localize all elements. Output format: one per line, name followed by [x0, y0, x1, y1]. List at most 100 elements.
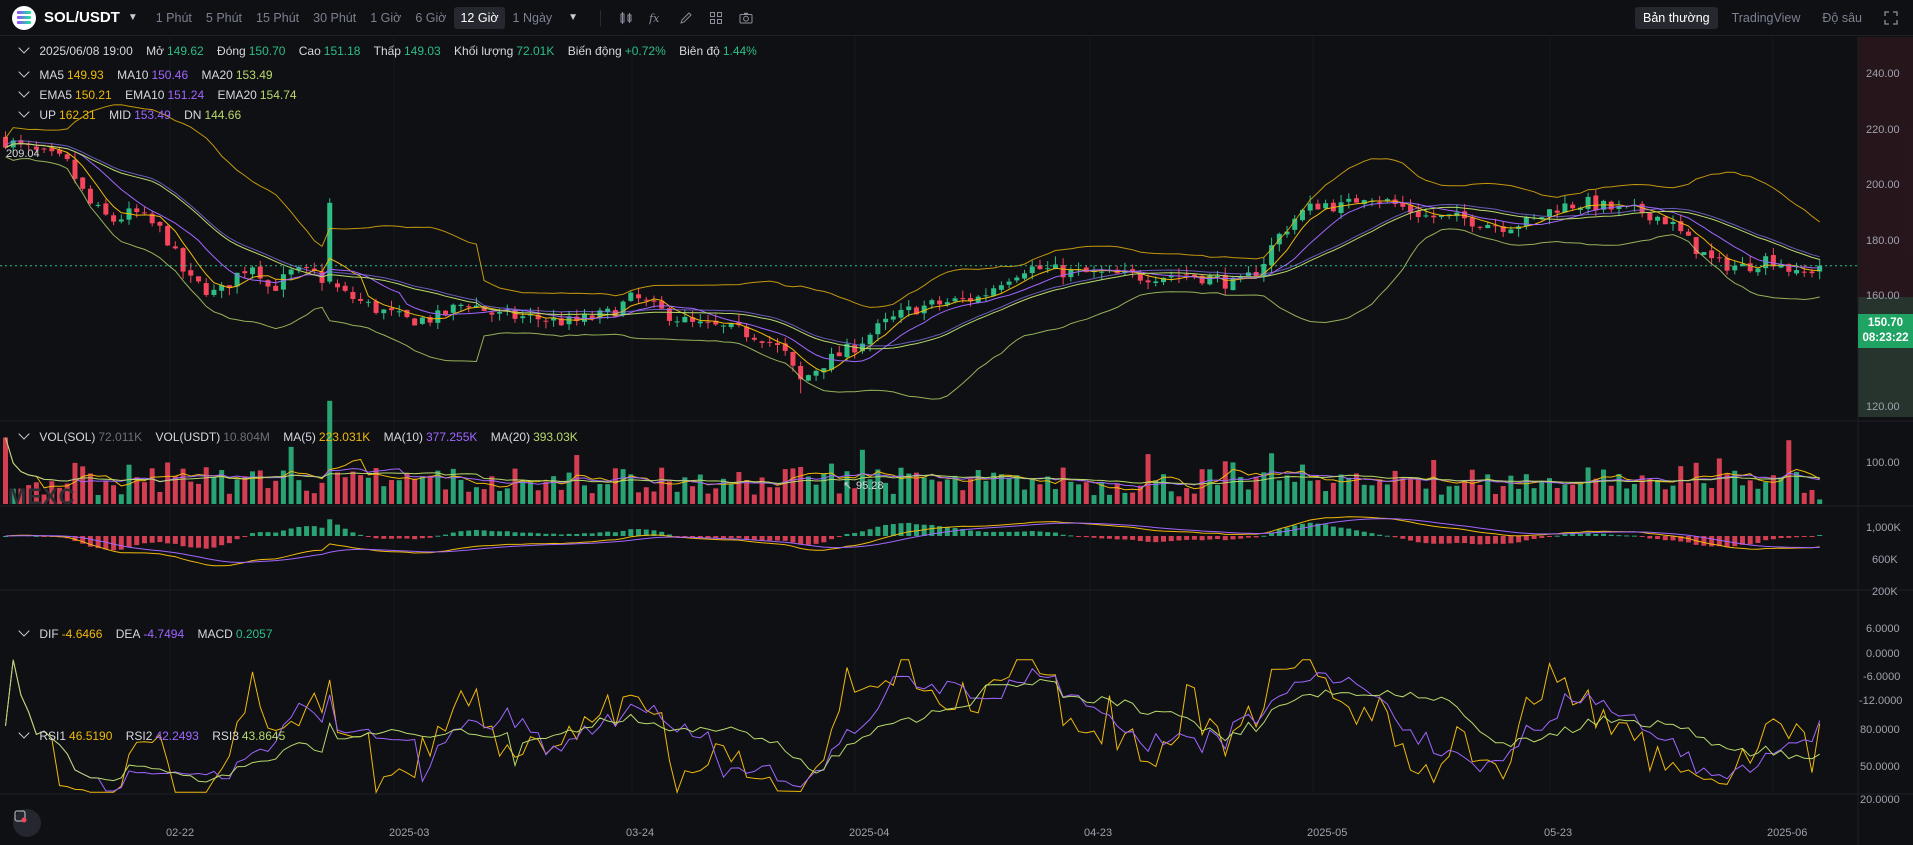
candle	[751, 337, 757, 340]
macd-histogram-bar	[1292, 525, 1298, 536]
tf-30m[interactable]: 30 Phút	[307, 7, 362, 29]
macd-histogram-bar	[1662, 536, 1668, 541]
collapse-chevron-icon[interactable]	[18, 625, 30, 637]
dea-label: DEA	[115, 627, 141, 641]
volume-bar	[535, 490, 541, 504]
collapse-chevron-icon[interactable]	[18, 106, 30, 118]
candle	[350, 291, 356, 299]
tf-1h[interactable]: 1 Giờ	[364, 7, 407, 29]
collapse-chevron-icon[interactable]	[18, 66, 30, 78]
volume-bar	[975, 470, 981, 504]
volume-bar	[95, 494, 101, 504]
dea-value: -4.7494	[143, 627, 185, 641]
volume-bar	[913, 472, 919, 504]
volume-bar	[690, 486, 696, 504]
volume-bar	[1037, 484, 1043, 504]
candle	[1215, 275, 1221, 277]
collapse-chevron-icon[interactable]	[18, 42, 30, 54]
macd-histogram-bar	[1091, 536, 1097, 538]
macd-histogram-bar	[1477, 536, 1483, 545]
macd-histogram-bar	[1516, 536, 1522, 543]
macd-histogram-bar	[983, 531, 989, 536]
collapse-chevron-icon[interactable]	[18, 727, 30, 739]
volume-bar	[1446, 486, 1452, 504]
macd-histogram-bar	[288, 528, 294, 536]
chevron-down-icon[interactable]: ▼	[128, 12, 138, 23]
macd-histogram-bar	[489, 531, 495, 536]
macd-histogram-bar	[257, 532, 263, 536]
rsi1-label: RSI1	[39, 729, 67, 743]
volume-bar	[304, 490, 310, 504]
macd-histogram-bar	[1778, 536, 1784, 539]
macd-histogram-bar	[582, 533, 587, 536]
fullscreen-icon[interactable]	[1883, 10, 1899, 26]
vol-ma10-value: 377.255K	[426, 430, 478, 444]
tf-5m[interactable]: 5 Phút	[200, 7, 248, 29]
macd-histogram-bar	[1145, 536, 1151, 542]
tf-1m[interactable]: 1 Phút	[150, 7, 198, 29]
candle	[998, 285, 1004, 290]
kline-chart[interactable]: MEXC 2025/06/08 19:00 Mở 149.62 Đóng 150.7…	[0, 37, 1913, 845]
camera-icon[interactable]	[738, 10, 754, 26]
tf-12h[interactable]: 12 Giờ	[454, 6, 505, 29]
volume-bar	[1330, 482, 1336, 504]
candle	[365, 301, 371, 303]
tf-1d[interactable]: 1 Ngày	[507, 7, 559, 29]
view-standard-tab[interactable]: Bản thường	[1634, 7, 1718, 29]
settings-float-button[interactable]	[13, 809, 41, 837]
indicator-icon[interactable]: fx	[648, 10, 664, 26]
amplitude-label: Biên độ	[679, 44, 720, 58]
rsi-legend: RSI1 46.5190 RSI2 42.2493 RSI3 43.8645	[18, 727, 295, 743]
view-depth-tab[interactable]: Độ sâu	[1814, 7, 1870, 29]
timeframe-dropdown-icon[interactable]: ▼	[568, 12, 578, 23]
volume-bar	[311, 493, 317, 504]
collapse-chevron-icon[interactable]	[18, 428, 30, 440]
macd-histogram-bar	[419, 536, 425, 539]
svg-text:fx: fx	[649, 12, 660, 25]
macd-histogram-bar	[813, 536, 819, 544]
tf-15m[interactable]: 15 Phút	[250, 7, 305, 29]
candle	[1415, 210, 1421, 218]
volume-bar	[358, 475, 364, 504]
time-axis-label: 2025-06	[1767, 827, 1808, 839]
draw-icon[interactable]	[678, 10, 694, 26]
volume-bar	[898, 467, 904, 504]
macd-histogram-bar	[975, 531, 981, 536]
volume-bar	[1492, 493, 1498, 504]
macd-axis-label: 6.0000	[1866, 623, 1900, 635]
volume-label: Khối lượng	[454, 44, 514, 58]
candle-countdown: 08:23:22	[1862, 332, 1909, 344]
volume-bar	[1408, 479, 1414, 504]
last-price: 150.70	[1867, 317, 1904, 329]
collapse-chevron-icon[interactable]	[18, 86, 30, 98]
view-tradingview-tab[interactable]: TradingView	[1724, 7, 1809, 29]
volume-bar	[543, 481, 549, 504]
candle	[1662, 216, 1668, 225]
macd-histogram-bar	[1207, 536, 1213, 540]
volume-bar	[350, 471, 356, 504]
change-label: Biến động	[567, 44, 622, 58]
candle	[775, 343, 780, 346]
candle	[1809, 271, 1815, 274]
candle	[1145, 280, 1151, 283]
volume-bar	[226, 493, 232, 504]
close-label: Đóng	[217, 44, 246, 58]
volume-bar	[1608, 485, 1614, 504]
macd-histogram-bar	[1076, 536, 1082, 537]
volume-bar	[1462, 481, 1468, 504]
macd-histogram-bar	[1608, 534, 1614, 536]
volume-bar	[1261, 472, 1267, 504]
ema20-value: 154.74	[259, 88, 297, 102]
pair-selector[interactable]: SOL/USDT	[44, 9, 120, 26]
macd-histogram-bar	[1770, 536, 1776, 540]
candle	[141, 212, 147, 214]
macd-histogram-bar	[242, 536, 248, 537]
candle-type-icon[interactable]	[618, 10, 634, 26]
macd-histogram-bar	[381, 536, 387, 539]
volume-bar	[937, 481, 943, 504]
ema10-label: EMA10	[125, 88, 165, 102]
layout-icon[interactable]	[708, 10, 724, 26]
macd-histogram-bar	[1593, 533, 1599, 536]
tf-6h[interactable]: 6 Giờ	[409, 7, 452, 29]
candle	[404, 309, 410, 318]
